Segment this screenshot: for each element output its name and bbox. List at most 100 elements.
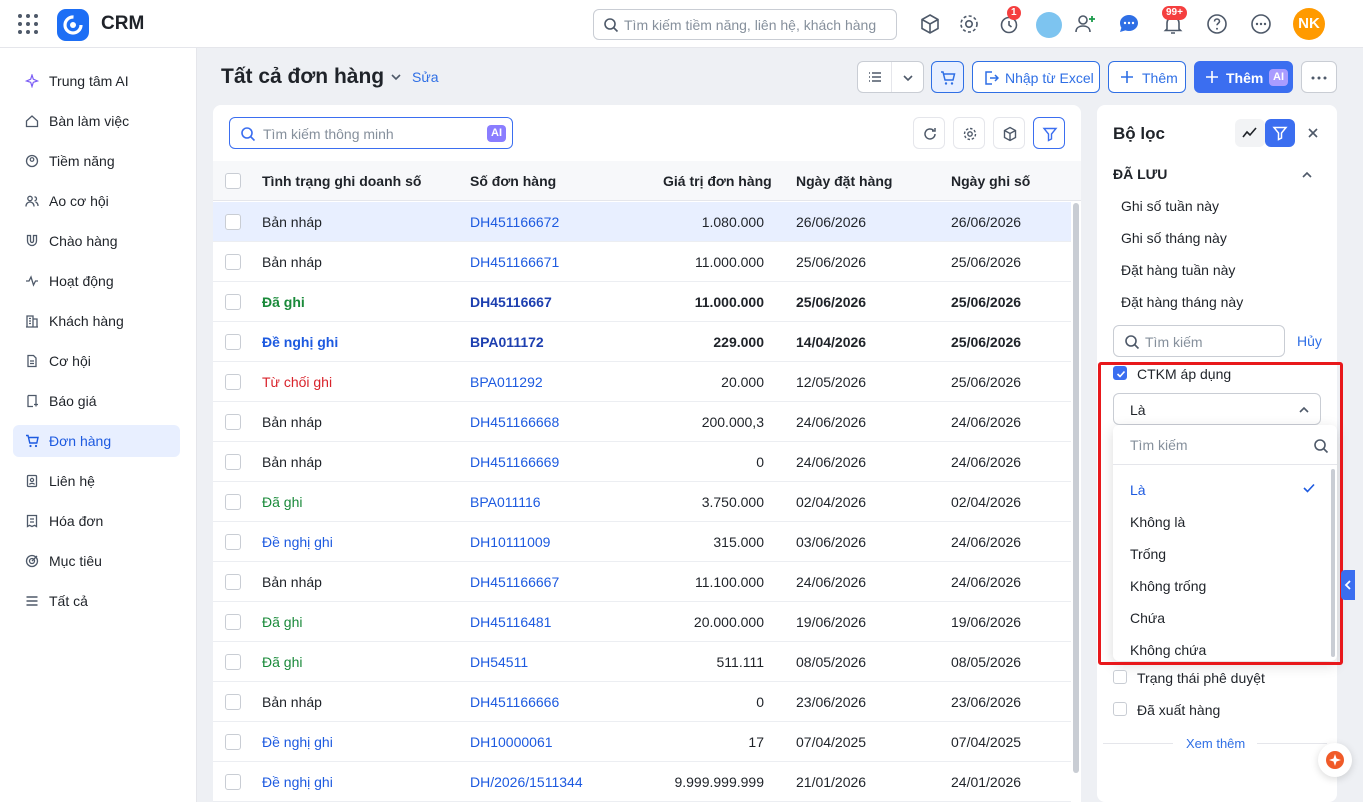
box-search-icon[interactable] [918,12,942,36]
sidebar-item[interactable]: Báo giá [13,385,180,417]
order-code-link[interactable]: DH/2026/1511344 [470,774,583,790]
alarm-button[interactable]: 1 [997,6,1021,36]
sidebar-item[interactable]: Tiềm năng [13,145,180,177]
filter-toggle-button[interactable] [1265,119,1295,147]
global-search[interactable] [593,9,897,40]
box-button[interactable] [993,117,1025,149]
chevron-up-icon[interactable] [1301,169,1313,181]
order-code-link[interactable]: BPA011172 [470,334,544,350]
chevron-down-icon[interactable] [390,71,402,83]
table-row[interactable]: Bản nháp DH451166669 0 24/06/2026 24/06/2026 [213,442,1071,482]
order-code-link[interactable]: BPA011292 [470,374,543,390]
column-header[interactable]: Tình trạng ghi doanh số [262,173,421,189]
chat-icon[interactable] [1117,12,1141,36]
sidebar-item[interactable]: Cơ hội [13,345,180,377]
order-code-link[interactable]: DH451166668 [470,414,559,430]
row-checkbox[interactable] [225,334,241,350]
edit-view-link[interactable]: Sửa [412,69,439,85]
table-row[interactable]: Đề nghị ghi DH10000061 17 07/04/2025 07/04/2… [213,722,1071,762]
order-code-link[interactable]: DH451166666 [470,694,559,710]
ai-assistant-avatar[interactable] [1036,12,1062,38]
sidebar-item[interactable]: Hóa đơn [13,505,180,537]
sidebar-item[interactable]: Chào hàng [13,225,180,257]
saved-filter-item[interactable]: Ghi số tuần này [1121,198,1219,214]
sidebar-item[interactable]: Đơn hàng [13,425,180,457]
sidebar-item[interactable]: Liên hệ [13,465,180,497]
more-icon[interactable] [1249,12,1273,36]
column-header[interactable]: Giá trị đơn hàng [663,173,772,189]
sidebar-item[interactable]: Trung tâm AI [13,65,180,97]
saved-filter-item[interactable]: Đặt hàng tuần này [1121,262,1235,278]
order-code-link[interactable]: DH451166671 [470,254,559,270]
row-checkbox[interactable] [225,734,241,750]
trend-button[interactable] [1235,119,1265,147]
add-user-icon[interactable] [1073,12,1097,36]
row-checkbox[interactable] [225,374,241,390]
see-more-link[interactable]: Xem thêm [1186,736,1245,751]
row-checkbox[interactable] [225,774,241,790]
select-all-checkbox[interactable] [225,173,241,189]
order-code-link[interactable]: DH10111009 [470,534,550,550]
table-row[interactable]: Đã ghi DH45116667 11.000.000 25/06/2026 25/0… [213,282,1071,322]
table-row[interactable]: Đã ghi DH45116481 20.000.000 19/06/2026 19/0… [213,602,1071,642]
view-mode-switch[interactable] [857,61,924,93]
refresh-button[interactable] [913,117,945,149]
sidebar-item[interactable]: Ao cơ hội [13,185,180,217]
saved-filter-item[interactable]: Đặt hàng tháng này [1121,294,1243,310]
row-checkbox[interactable] [225,494,241,510]
table-scrollbar[interactable] [1073,203,1079,773]
row-checkbox[interactable] [225,414,241,430]
row-checkbox[interactable] [225,534,241,550]
help-icon[interactable] [1205,12,1229,36]
add-ai-button[interactable]: Thêm AI [1194,61,1293,93]
table-row[interactable]: Bản nháp DH451166667 11.100.000 24/06/2026 2… [213,562,1071,602]
column-header[interactable]: Ngày ghi số [951,173,1030,189]
order-code-link[interactable]: DH45116667 [470,294,552,310]
row-checkbox[interactable] [225,694,241,710]
order-code-link[interactable]: DH45116481 [470,614,551,630]
table-row[interactable]: Bản nháp DH451166672 1.080.000 26/06/2026 26… [213,202,1071,242]
sidebar-item[interactable]: Bàn làm việc [13,105,180,137]
cancel-link[interactable]: Hủy [1297,333,1322,349]
order-code-link[interactable]: DH10000061 [470,734,553,750]
table-row[interactable]: Đã ghi BPA011116 3.750.000 02/04/2026 02/04/… [213,482,1071,522]
settings-icon[interactable] [957,12,981,36]
cart-view-button[interactable] [931,61,964,93]
table-settings-button[interactable] [953,117,985,149]
smart-search[interactable]: Tìm kiếm thông minh AI [229,117,513,149]
row-checkbox[interactable] [225,454,241,470]
sidebar-item[interactable]: Mục tiêu [13,545,180,577]
ai-sparkle-button[interactable] [1318,743,1352,777]
row-checkbox[interactable] [225,214,241,230]
table-row[interactable]: Bản nháp DH451166671 11.000.000 25/06/2026 2… [213,242,1071,282]
table-row[interactable]: Đã ghi DH54511 511.111 08/05/2026 08/05/2026 [213,642,1071,682]
app-launcher-icon[interactable] [18,14,38,34]
global-search-input[interactable] [624,15,889,35]
row-checkbox[interactable] [225,574,241,590]
order-code-link[interactable]: DH451166667 [470,574,559,590]
order-code-link[interactable]: DH54511 [470,654,528,670]
add-button[interactable]: Thêm [1108,61,1186,93]
table-row[interactable]: Đề nghị ghi DH/2026/1511344 9.999.999.999 2… [213,762,1071,802]
table-row[interactable]: Đề nghị ghi BPA011172 229.000 14/04/2026 25/… [213,322,1071,362]
sidebar-item[interactable]: Tất cả [13,585,180,617]
order-code-link[interactable]: BPA011116 [470,494,541,510]
column-header[interactable]: Số đơn hàng [470,173,556,189]
table-row[interactable]: Đề nghị ghi DH10111009 315.000 03/06/2026 24… [213,522,1071,562]
sidebar-item[interactable]: Hoạt động [13,265,180,297]
approval-checkbox[interactable] [1113,670,1127,684]
shipped-checkbox[interactable] [1113,702,1127,716]
order-code-link[interactable]: DH451166669 [470,454,559,470]
filter-search-input[interactable]: Tìm kiếm [1113,325,1285,357]
row-checkbox[interactable] [225,294,241,310]
collapse-tab[interactable] [1341,570,1355,600]
row-checkbox[interactable] [225,614,241,630]
table-row[interactable]: Bản nháp DH451166666 0 23/06/2026 23/06/2026 [213,682,1071,722]
user-avatar[interactable]: NK [1293,8,1325,40]
table-row[interactable]: Từ chối ghi BPA011292 20.000 12/05/2026 25/0… [213,362,1071,402]
column-header[interactable]: Ngày đặt hàng [796,173,892,189]
sidebar-item[interactable]: Khách hàng [13,305,180,337]
close-icon[interactable] [1308,128,1318,138]
notifications-button[interactable]: 99+ [1161,6,1187,36]
order-code-link[interactable]: DH451166672 [470,214,559,230]
